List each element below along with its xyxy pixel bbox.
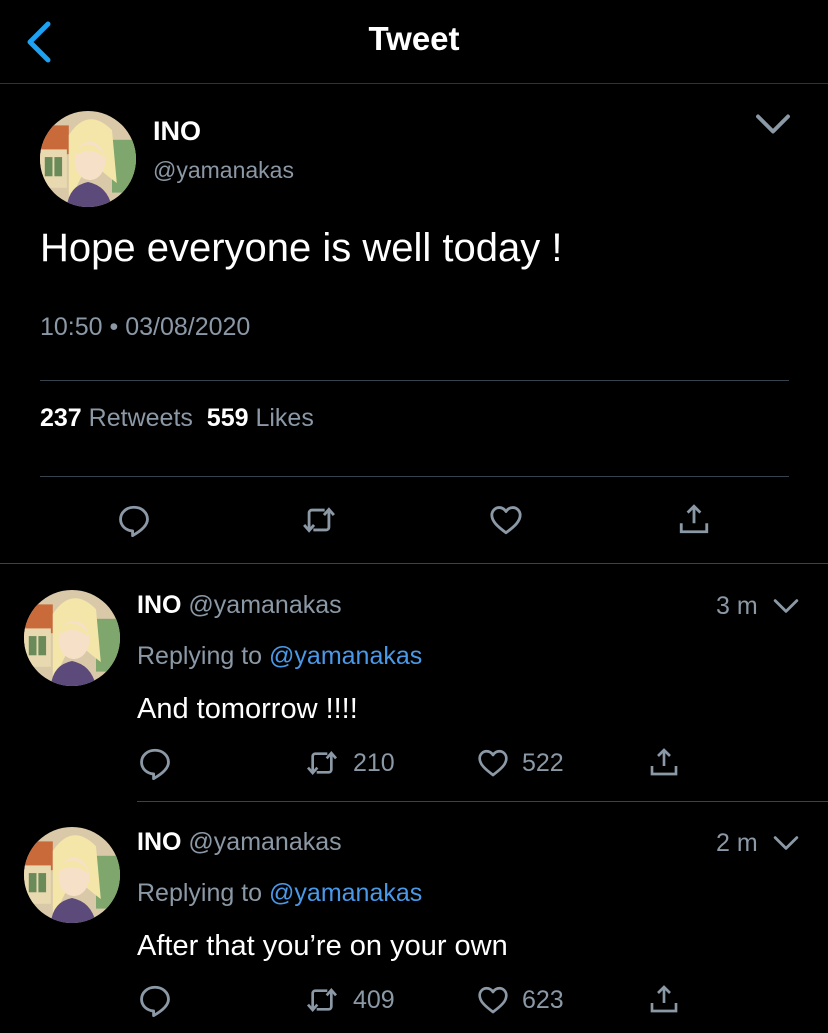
retweet-count: 237	[40, 404, 82, 432]
like-count: 559	[206, 404, 249, 432]
heart-icon	[477, 984, 509, 1016]
reply-time: 3 m	[716, 592, 758, 620]
like-button[interactable]	[489, 503, 523, 537]
share-icon	[677, 502, 711, 536]
retweet-button[interactable]	[302, 503, 336, 537]
share-button[interactable]	[648, 746, 680, 778]
reply-icon	[117, 503, 151, 537]
share-button[interactable]	[648, 983, 680, 1015]
replying-to: Replying to @yamanakas	[137, 879, 422, 908]
like-count: 522	[522, 749, 564, 777]
reply-author-handle: @yamanakas	[188, 828, 342, 856]
reply-button[interactable]	[138, 746, 172, 780]
retweet-count: 409	[353, 986, 395, 1014]
reply-button[interactable]	[138, 983, 172, 1017]
more-options-button[interactable]	[755, 112, 791, 140]
reply-time: 2 m	[716, 829, 758, 857]
retweet-button[interactable]	[306, 747, 338, 779]
reply-icon	[138, 746, 172, 780]
reply-text: And tomorrow !!!!	[137, 693, 358, 725]
reply-text: After that you’re on your own	[137, 930, 508, 962]
author-handle[interactable]: @yamanakas	[153, 157, 294, 184]
author-name[interactable]: INO	[153, 116, 201, 147]
share-icon	[648, 983, 680, 1015]
replying-to-label: Replying to	[137, 879, 263, 907]
reply-author-handle: @yamanakas	[188, 591, 342, 619]
replying-to-link[interactable]: @yamanakas	[269, 879, 422, 907]
chevron-down-icon	[773, 834, 799, 852]
heart-icon	[489, 503, 523, 537]
avatar[interactable]	[24, 590, 120, 686]
retweet-icon	[302, 503, 336, 537]
heart-icon	[477, 747, 509, 779]
retweet-icon	[306, 747, 338, 779]
reply-author[interactable]: INO @yamanakas	[137, 828, 342, 857]
retweet-count: 210	[353, 749, 395, 777]
chevron-down-icon	[755, 112, 791, 136]
top-bar: Tweet	[0, 0, 828, 84]
tweet-stats: 237 Retweets 559 Likes	[40, 404, 314, 433]
like-button[interactable]	[477, 747, 509, 779]
share-button[interactable]	[677, 502, 711, 536]
reply-icon	[138, 983, 172, 1017]
share-icon	[648, 746, 680, 778]
tweet-text: Hope everyone is well today !	[40, 226, 563, 270]
reply-author-name: INO	[137, 828, 182, 856]
avatar[interactable]	[24, 827, 120, 923]
chevron-down-icon	[773, 597, 799, 615]
reply-button[interactable]	[117, 503, 151, 537]
divider	[40, 476, 789, 477]
reply-author[interactable]: INO @yamanakas	[137, 591, 342, 620]
reply-author-name: INO	[137, 591, 182, 619]
avatar[interactable]	[40, 111, 136, 207]
replying-to-link[interactable]: @yamanakas	[269, 642, 422, 670]
divider	[40, 380, 789, 381]
retweet-button[interactable]	[306, 984, 338, 1016]
like-button[interactable]	[477, 984, 509, 1016]
replying-to: Replying to @yamanakas	[137, 642, 422, 671]
tweet-timestamp: 10:50 • 03/08/2020	[40, 313, 251, 341]
more-options-button[interactable]	[773, 834, 799, 852]
divider	[0, 563, 828, 564]
like-count: 623	[522, 986, 564, 1014]
replying-to-label: Replying to	[137, 642, 263, 670]
retweets-link[interactable]: Retweets	[89, 404, 193, 432]
retweet-icon	[306, 984, 338, 1016]
divider	[137, 801, 828, 802]
more-options-button[interactable]	[773, 597, 799, 615]
page-title: Tweet	[368, 20, 460, 57]
likes-link[interactable]: Likes	[255, 404, 313, 432]
